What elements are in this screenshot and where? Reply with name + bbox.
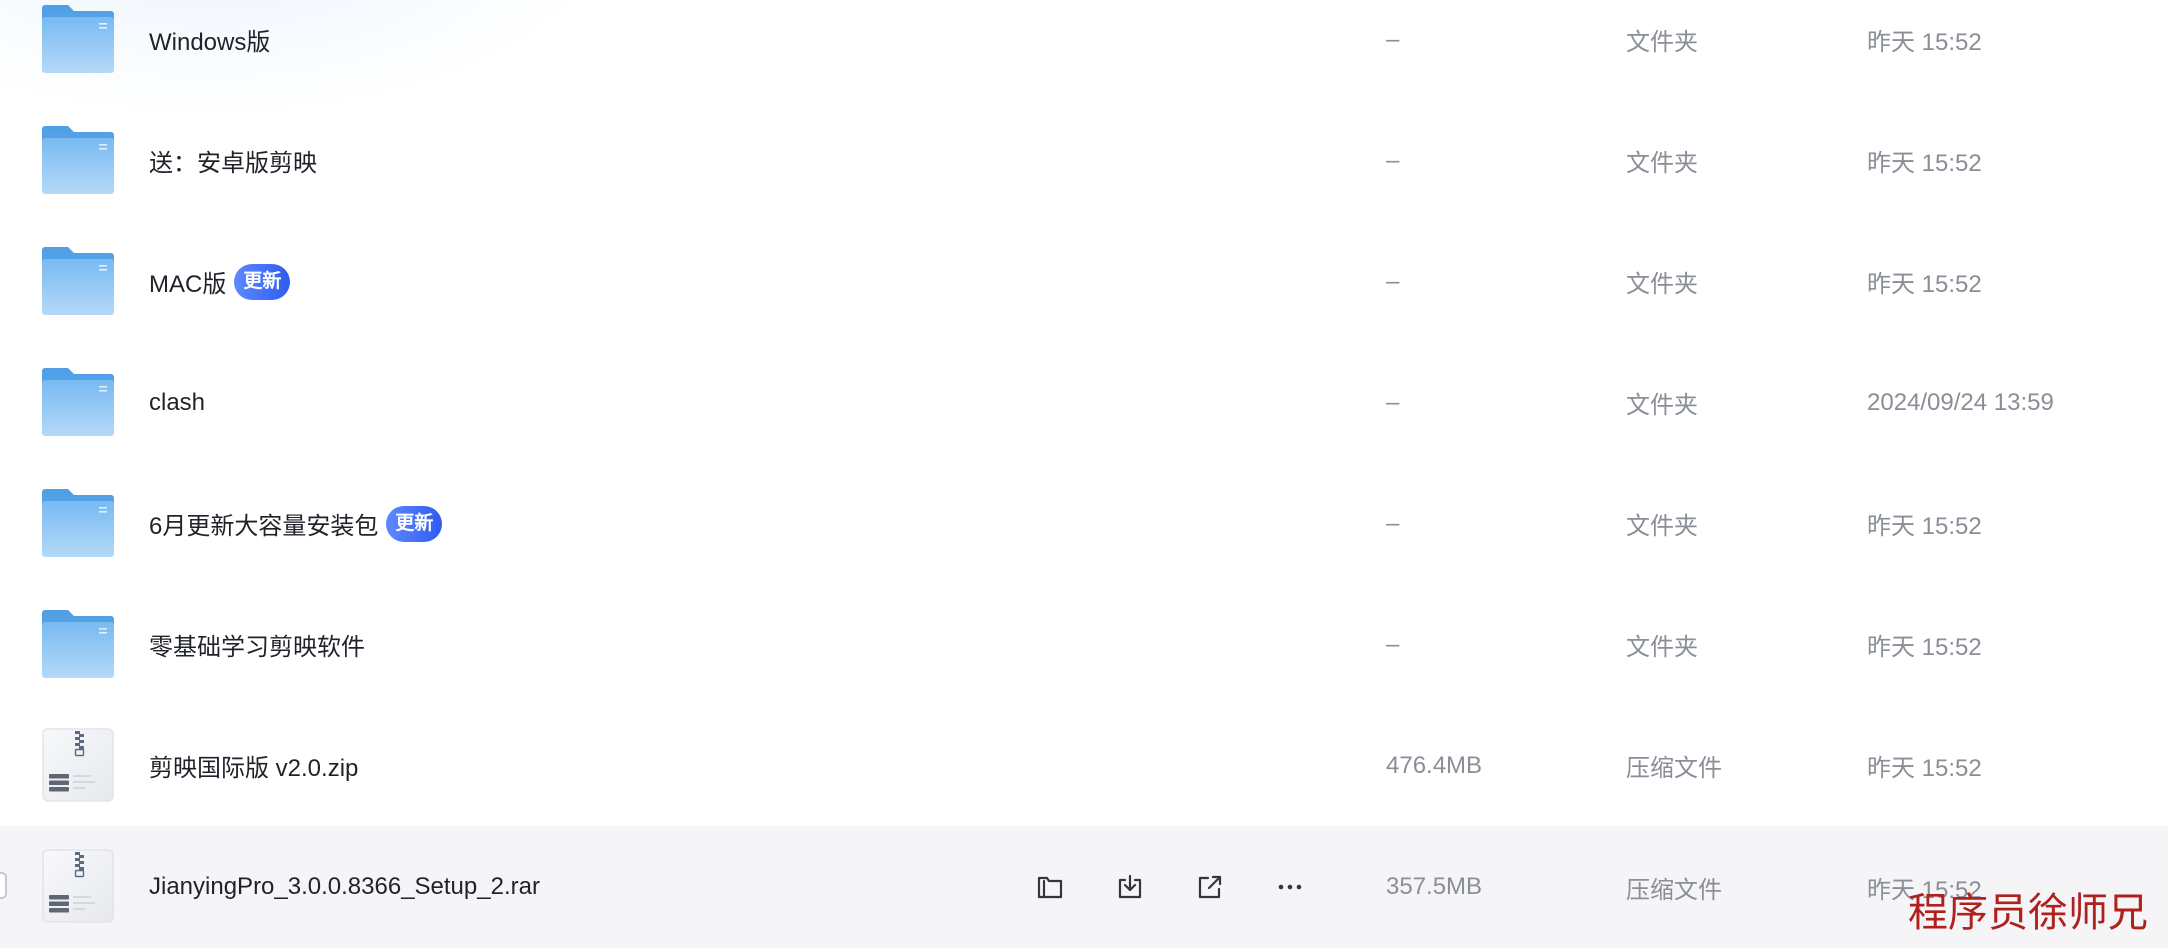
download-icon <box>1118 874 1142 899</box>
row-checkbox[interactable] <box>0 872 7 899</box>
modified-date: 昨天 15:52 <box>1867 29 1982 56</box>
file-type: 文件夹 <box>1626 150 1698 177</box>
folder-icon <box>42 368 114 436</box>
more-icon <box>1278 884 1302 890</box>
modified-date: 昨天 15:52 <box>1867 513 1982 540</box>
modified-date: 昨天 15:52 <box>1867 150 1982 177</box>
file-size: 357.5MB <box>1386 873 1483 900</box>
watermark: 程序员徐师兄 <box>1908 890 2148 935</box>
folder-row-mac[interactable]: MAC版 更新 – 文件夹 昨天 15:52 <box>0 221 2168 342</box>
file-size: 476.4MB <box>1386 751 1483 779</box>
move-icon <box>1037 876 1063 899</box>
file-name[interactable]: Windows版 <box>149 22 270 57</box>
file-size: – <box>1386 146 1400 174</box>
folder-icon <box>42 610 114 678</box>
folder-row-tutorial[interactable]: 零基础学习剪映软件 – 文件夹 昨天 15:52 <box>0 584 2168 705</box>
file-size: – <box>1386 267 1400 295</box>
modified-date: 2024/09/24 13:59 <box>1867 388 2054 416</box>
update-badge: 更新 <box>234 263 291 300</box>
name-cell: 送：安卓版剪映 <box>149 100 317 221</box>
folder-icon <box>42 489 114 557</box>
modified-date: 昨天 15:52 <box>1867 271 1982 298</box>
file-name[interactable]: JianyingPro_3.0.0.8366_Setup_2.rar <box>149 873 540 901</box>
file-row-zip[interactable]: 剪映国际版 v2.0.zip 476.4MB 压缩文件 昨天 15:52 <box>0 705 2168 826</box>
update-badge: 更新 <box>386 505 443 542</box>
file-type: 文件夹 <box>1626 29 1698 56</box>
download-button[interactable] <box>1112 869 1148 905</box>
share-icon <box>1198 875 1222 899</box>
name-cell: 6月更新大容量安装包 更新 <box>149 463 443 584</box>
folder-icon <box>42 5 114 73</box>
name-cell: Windows版 <box>149 0 270 100</box>
folder-icon <box>42 247 114 315</box>
modified-date: 昨天 15:52 <box>1867 634 1982 661</box>
share-button[interactable] <box>1192 869 1228 905</box>
file-type: 压缩文件 <box>1626 755 1722 782</box>
file-size: – <box>1386 509 1400 537</box>
more-button[interactable] <box>1272 869 1308 905</box>
file-name[interactable]: MAC版 <box>149 264 226 299</box>
file-size: – <box>1386 630 1400 658</box>
folder-row-clash[interactable]: clash – 文件夹 2024/09/24 13:59 <box>0 342 2168 463</box>
file-list: Windows版 – 文件夹 昨天 15:52 送：安卓版剪映 – 文件夹 昨天… <box>0 0 2168 948</box>
name-cell: MAC版 更新 <box>149 221 291 342</box>
file-browser-page: Windows版 – 文件夹 昨天 15:52 送：安卓版剪映 – 文件夹 昨天… <box>0 0 2168 948</box>
name-cell: 剪映国际版 v2.0.zip <box>149 705 358 826</box>
folder-row-android[interactable]: 送：安卓版剪映 – 文件夹 昨天 15:52 <box>0 100 2168 221</box>
file-name[interactable]: 6月更新大容量安装包 <box>149 506 378 541</box>
file-type: 文件夹 <box>1626 513 1698 540</box>
file-name[interactable]: 零基础学习剪映软件 <box>149 627 365 662</box>
folder-icon <box>42 126 114 194</box>
file-name[interactable]: 送：安卓版剪映 <box>149 143 317 178</box>
folder-row-windows[interactable]: Windows版 – 文件夹 昨天 15:52 <box>0 0 2168 100</box>
file-name[interactable]: 剪映国际版 v2.0.zip <box>149 748 358 783</box>
file-type: 文件夹 <box>1626 634 1698 661</box>
name-cell: clash <box>149 342 205 463</box>
move-button[interactable] <box>1032 869 1068 905</box>
file-type: 文件夹 <box>1626 392 1698 419</box>
file-name[interactable]: clash <box>149 389 205 417</box>
file-type: 压缩文件 <box>1626 876 1722 904</box>
file-size: – <box>1386 388 1400 416</box>
name-cell: 零基础学习剪映软件 <box>149 584 365 705</box>
file-size: – <box>1386 25 1400 53</box>
zip-file-icon <box>42 849 114 923</box>
row-actions <box>1032 826 1308 948</box>
file-type: 文件夹 <box>1626 271 1698 298</box>
name-cell: JianyingPro_3.0.0.8366_Setup_2.rar <box>149 826 540 948</box>
folder-row-june-update[interactable]: 6月更新大容量安装包 更新 – 文件夹 昨天 15:52 <box>0 463 2168 584</box>
file-row-rar-hovered[interactable]: JianyingPro_3.0.0.8366_Setup_2.rar 357.5… <box>0 826 2168 948</box>
modified-date: 昨天 15:52 <box>1867 755 1982 782</box>
zip-file-icon <box>42 728 114 802</box>
